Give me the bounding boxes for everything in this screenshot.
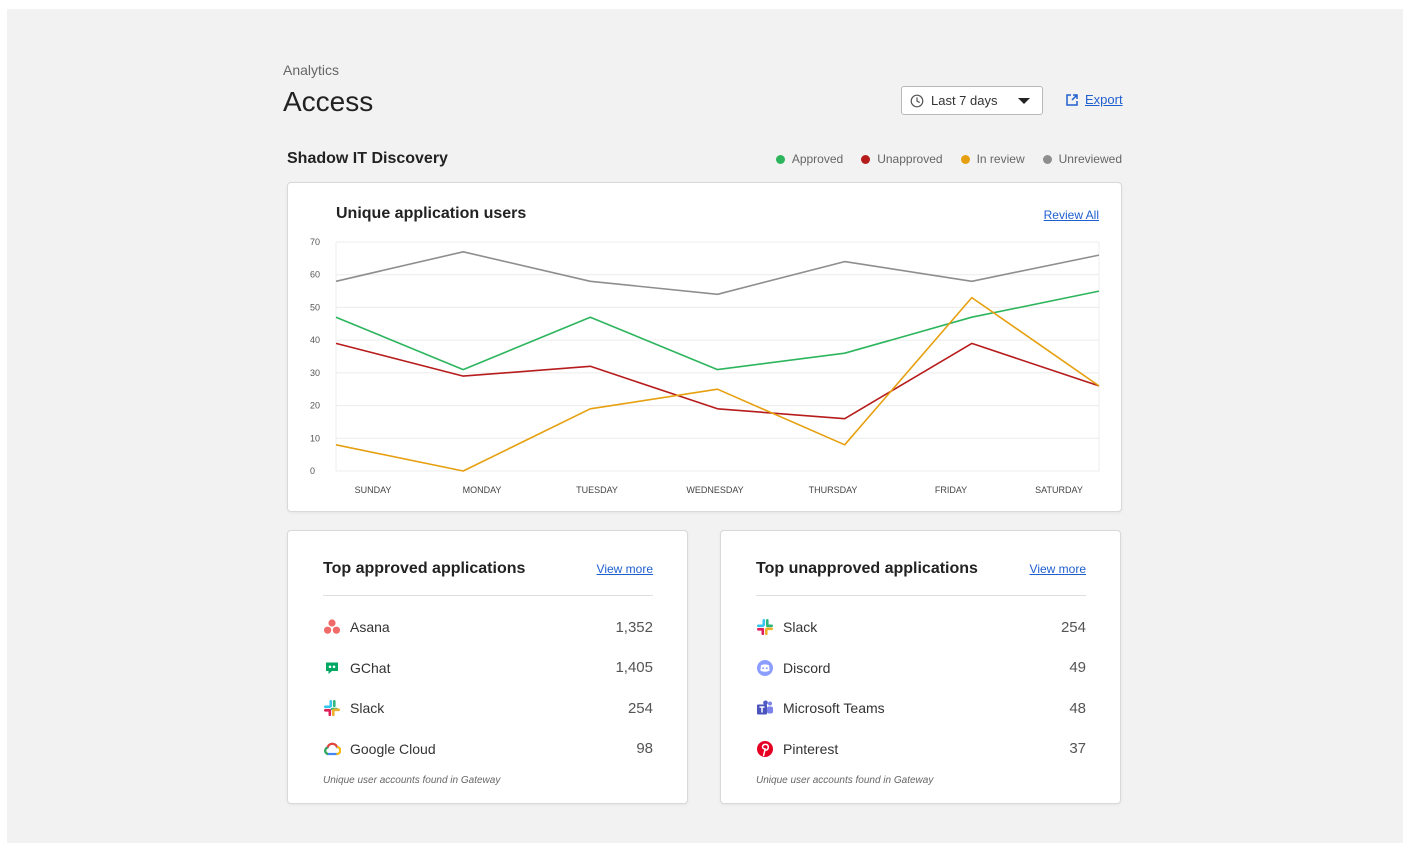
breadcrumb[interactable]: Analytics	[283, 62, 339, 78]
app-count: 254	[1060, 618, 1086, 636]
legend-item-unapproved: Unapproved	[861, 152, 943, 166]
review-all-link[interactable]: Review All	[1044, 208, 1099, 222]
app-name: Google Cloud	[350, 740, 436, 757]
app-name: Pinterest	[783, 740, 839, 757]
export-label: Export	[1085, 92, 1123, 107]
series-line-approved	[335, 290, 1100, 371]
x-tick-label: TUESDAY	[576, 485, 618, 495]
y-tick-label: 50	[310, 302, 320, 312]
footnote: Unique user accounts found in Gateway	[756, 775, 934, 786]
app-count: 49	[1069, 659, 1086, 677]
list-item[interactable]: Slack 254	[756, 607, 1086, 648]
pinterest-icon	[756, 740, 774, 758]
section-title: Shadow IT Discovery	[287, 150, 448, 167]
x-tick-label: SUNDAY	[355, 485, 392, 495]
view-more-link[interactable]: View more	[597, 562, 653, 576]
app-count: 1,352	[615, 618, 653, 636]
list-item[interactable]: Asana 1,352	[323, 607, 653, 648]
legend-label: Approved	[791, 152, 844, 166]
app-count: 37	[1069, 740, 1086, 758]
list-item[interactable]: Pinterest 37	[756, 729, 1086, 770]
x-tick-label: FRIDAY	[935, 485, 967, 495]
x-tick-label: SATURDAY	[1035, 485, 1083, 495]
chart-legend: Approved Unapproved In review Unreviewed	[775, 152, 1122, 166]
page-title: Access	[283, 86, 374, 117]
list-item[interactable]: GChat 1,405	[323, 648, 653, 689]
divider	[323, 595, 653, 596]
legend-label: In review	[976, 152, 1025, 166]
chart-card: 0 10 20 30 40 50 60 70 SUNDAY MONDAY TUESDAY WEDNES…	[287, 182, 1122, 512]
series-line-unapproved	[335, 342, 1100, 420]
app-count: 254	[627, 699, 653, 717]
app-count: 1,405	[615, 659, 653, 677]
app-name: Slack	[350, 700, 385, 717]
app-count: 48	[1069, 699, 1086, 717]
legend-dot	[1042, 154, 1052, 164]
date-range-label: Last 7 days	[931, 93, 998, 108]
chart-title: Unique application users	[336, 205, 527, 222]
footnote: Unique user accounts found in Gateway	[323, 775, 501, 786]
app-count: 98	[636, 740, 653, 758]
legend-label: Unreviewed	[1058, 152, 1122, 166]
legend-item-in-review: In review	[960, 152, 1025, 166]
y-tick-label: 60	[310, 270, 320, 280]
x-tick-label: WEDNESDAY	[686, 485, 743, 495]
y-tick-label: 40	[310, 335, 320, 345]
y-tick-label: 0	[310, 466, 315, 476]
list-item[interactable]: Microsoft Teams 48	[756, 688, 1086, 729]
app-name: GChat	[350, 659, 391, 676]
microsoft-teams-icon	[756, 699, 774, 717]
legend-dot	[861, 154, 871, 164]
legend-item-approved: Approved	[775, 152, 844, 166]
top-unapproved-card: Top unapproved applications View more Sl…	[720, 530, 1121, 804]
line-chart: 0 10 20 30 40 50 60 70 SUNDAY MONDAY TUESDAY WEDNES…	[310, 237, 1100, 495]
view-more-link[interactable]: View more	[1030, 562, 1086, 576]
y-tick-label: 30	[310, 368, 320, 378]
legend-dot	[775, 154, 785, 164]
divider	[756, 595, 1086, 596]
series-line-unreviewed	[335, 251, 1100, 296]
slack-icon	[756, 618, 774, 636]
app-name: Microsoft Teams	[783, 700, 885, 717]
clock-icon	[910, 94, 924, 107]
series-line-in-review	[335, 296, 1100, 472]
y-tick-label: 20	[310, 401, 320, 411]
asana-icon	[323, 618, 341, 636]
y-tick-label: 70	[310, 237, 320, 247]
gchat-icon	[323, 659, 341, 677]
google-cloud-icon	[323, 740, 341, 758]
legend-label: Unapproved	[877, 152, 943, 166]
list-item[interactable]: Discord 49	[756, 648, 1086, 689]
app-name: Discord	[783, 659, 831, 676]
discord-icon	[756, 659, 774, 677]
caret-down-icon	[1018, 97, 1030, 104]
x-tick-label: THURSDAY	[809, 485, 858, 495]
slack-icon	[323, 699, 341, 717]
app-name: Asana	[350, 619, 390, 636]
date-range-select[interactable]: Last 7 days	[901, 86, 1043, 115]
y-tick-label: 10	[310, 433, 320, 443]
card-title: Top unapproved applications	[756, 560, 978, 577]
top-approved-card: Top approved applications View more Asan…	[287, 530, 688, 804]
card-title: Top approved applications	[323, 560, 526, 577]
legend-item-unreviewed: Unreviewed	[1042, 152, 1122, 166]
list-item[interactable]: Slack 254	[323, 688, 653, 729]
x-tick-label: MONDAY	[463, 485, 502, 495]
legend-dot	[960, 154, 970, 164]
external-link-icon	[1066, 93, 1078, 106]
app-name: Slack	[783, 619, 818, 636]
export-link[interactable]: Export	[1065, 92, 1123, 107]
list-item[interactable]: Google Cloud 98	[323, 729, 653, 770]
